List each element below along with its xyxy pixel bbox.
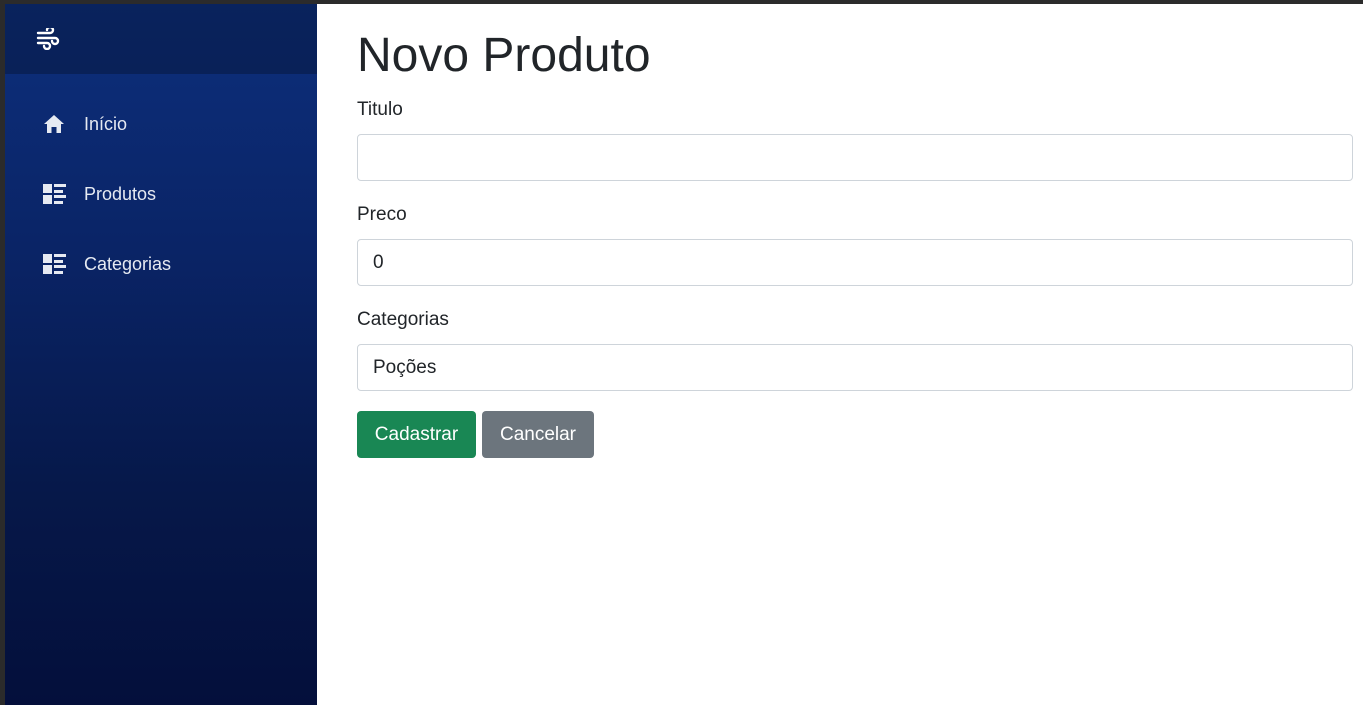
titulo-label: Titulo [357, 99, 403, 120]
sidebar-item-produtos[interactable]: Produtos [5, 159, 317, 229]
sidebar-item-categorias[interactable]: Categorias [5, 229, 317, 299]
app-window: Início Produtos Categorias Novo Produto … [0, 0, 1363, 705]
categorias-select[interactable]: Poções [357, 344, 1353, 391]
sidebar: Início Produtos Categorias [5, 4, 317, 705]
cancelar-button[interactable]: Cancelar [482, 411, 594, 458]
form-actions: Cadastrar Cancelar [357, 411, 1353, 458]
preco-label: Preco [357, 204, 407, 225]
categorias-label: Categorias [357, 309, 449, 330]
preco-input[interactable] [357, 239, 1353, 286]
sidebar-nav: Início Produtos Categorias [5, 74, 317, 299]
page-title: Novo Produto [357, 29, 651, 82]
sidebar-item-label: Início [84, 113, 128, 134]
list-icon [43, 184, 66, 204]
sidebar-item-label: Produtos [84, 183, 157, 204]
list-icon [43, 254, 66, 274]
sidebar-brand [5, 4, 317, 74]
home-icon [43, 114, 66, 134]
categorias-selected-value: Poções [373, 356, 437, 378]
main-content: Novo Produto Titulo Preco Categorias Poç… [317, 4, 1363, 705]
titulo-input[interactable] [357, 134, 1353, 181]
product-form: Titulo Preco Categorias Poções Cadastrar… [357, 99, 1353, 458]
wind-icon[interactable] [36, 28, 60, 50]
cadastrar-button[interactable]: Cadastrar [357, 411, 476, 458]
sidebar-item-inicio[interactable]: Início [5, 89, 317, 159]
sidebar-item-label: Categorias [84, 253, 172, 274]
